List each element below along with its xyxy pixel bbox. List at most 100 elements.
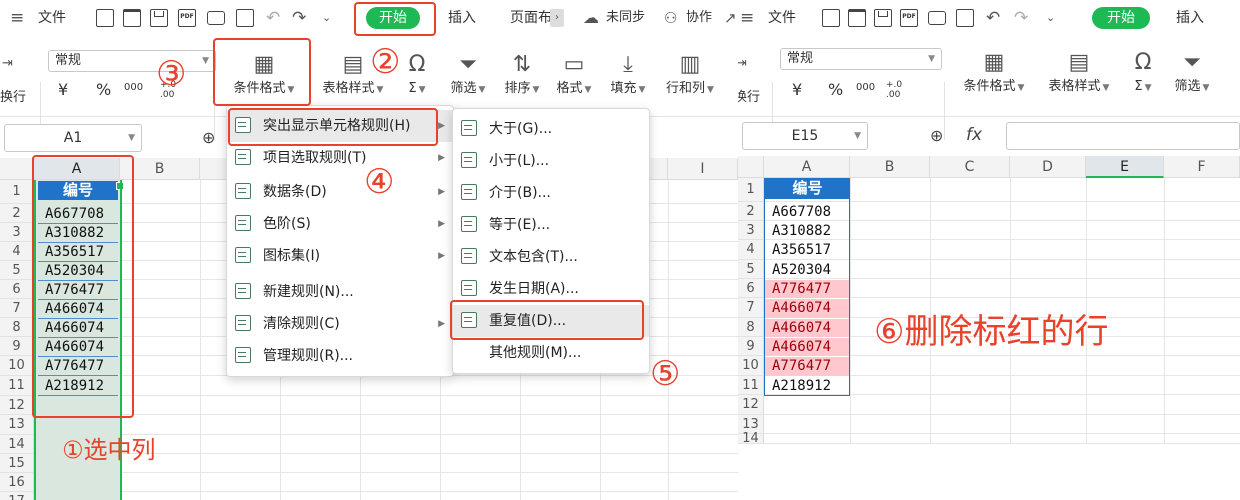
- submenu-greater-than[interactable]: 大于(G)...: [453, 113, 649, 145]
- row-header[interactable]: 3: [0, 223, 34, 242]
- row-header[interactable]: 13: [0, 415, 34, 435]
- submenu-more-rules[interactable]: 其他规则(M)...: [453, 337, 649, 369]
- fx-button[interactable]: fx: [966, 125, 982, 145]
- zoom-search-icon[interactable]: ⊕: [930, 126, 943, 145]
- currency-button[interactable]: ¥: [792, 80, 802, 99]
- percent-button[interactable]: %: [96, 80, 111, 99]
- row-header[interactable]: 9: [0, 337, 34, 356]
- name-box[interactable]: A1 ▼: [4, 124, 142, 152]
- menu-item-manage-rules[interactable]: 管理规则(R)...: [227, 340, 453, 372]
- row-header[interactable]: 2: [738, 202, 764, 221]
- submenu-less-than[interactable]: 小于(L)...: [453, 145, 649, 177]
- wrap-icon[interactable]: ⇥: [738, 56, 747, 71]
- table-style-button[interactable]: ▤ 表格样式 ▼: [1042, 48, 1116, 97]
- column-header-c[interactable]: C: [930, 156, 1010, 178]
- formula-input[interactable]: [1006, 122, 1240, 150]
- sort-button[interactable]: ⇅ 排序 ▼: [500, 50, 544, 99]
- hamburger-icon[interactable]: ≡: [10, 0, 24, 36]
- redo-icon[interactable]: ↷: [1014, 0, 1028, 36]
- conditional-format-button[interactable]: ▦ 条件格式 ▼: [958, 48, 1030, 97]
- row-header[interactable]: 16: [0, 473, 34, 492]
- column-header-a[interactable]: A: [764, 156, 850, 178]
- row-header[interactable]: 1: [738, 178, 764, 202]
- tab-insert[interactable]: 插入: [1176, 0, 1204, 36]
- file-menu[interactable]: 文件: [38, 0, 66, 36]
- column-header-e[interactable]: E: [1086, 156, 1164, 178]
- thousands-button[interactable]: 000: [124, 82, 143, 93]
- submenu-text-contains[interactable]: 文本包含(T)...: [453, 241, 649, 273]
- fill-button[interactable]: ⤓ 填充 ▼: [606, 50, 650, 99]
- column-header-d[interactable]: D: [1010, 156, 1086, 178]
- new-doc-icon[interactable]: [96, 9, 114, 27]
- more-chevron-icon[interactable]: ⌄: [1046, 0, 1055, 36]
- sync-status[interactable]: 未同步: [606, 0, 645, 36]
- row-header[interactable]: 14: [738, 432, 764, 445]
- row-header[interactable]: 12: [0, 396, 34, 415]
- filter-button[interactable]: ⏷ 筛选 ▼: [1170, 48, 1214, 97]
- zoom-search-icon[interactable]: ⊕: [202, 128, 215, 147]
- print-icon[interactable]: [928, 11, 946, 25]
- number-format-select[interactable]: 常规 ▼: [780, 48, 942, 70]
- pdf-icon[interactable]: PDF: [178, 9, 196, 27]
- column-header-b[interactable]: B: [850, 156, 930, 178]
- wrap-text-label[interactable]: 换行: [738, 86, 760, 105]
- row-header[interactable]: 7: [0, 299, 34, 318]
- symbol-button[interactable]: Ω Σ ▼: [1128, 48, 1158, 97]
- wrap-icon[interactable]: ⇥: [2, 56, 13, 71]
- print-preview-icon[interactable]: [956, 9, 974, 27]
- menu-item-top-bottom-rules[interactable]: 项目选取规则(T) ▶: [227, 142, 453, 174]
- menu-item-new-rule[interactable]: 新建规则(N)...: [227, 276, 453, 308]
- row-header[interactable]: 4: [738, 240, 764, 260]
- increase-decimal-button[interactable]: +.0.00: [886, 80, 902, 100]
- row-header[interactable]: 15: [0, 454, 34, 473]
- print-icon[interactable]: [207, 11, 225, 25]
- format-button[interactable]: ▭ 格式 ▼: [552, 50, 596, 99]
- row-header[interactable]: 8: [738, 318, 764, 337]
- thousands-button[interactable]: 000: [856, 82, 875, 93]
- print-preview-icon[interactable]: [236, 9, 254, 27]
- redo-icon[interactable]: ↷: [292, 0, 306, 36]
- pdf-icon[interactable]: PDF: [900, 9, 918, 27]
- row-header[interactable]: 3: [738, 221, 764, 240]
- row-header[interactable]: 5: [738, 260, 764, 279]
- more-chevron-icon[interactable]: ⌄: [322, 0, 331, 36]
- row-header[interactable]: 14: [0, 435, 34, 454]
- select-all-corner[interactable]: [0, 158, 34, 180]
- row-header[interactable]: 17: [0, 492, 34, 500]
- save-icon[interactable]: [874, 9, 892, 27]
- column-header-f[interactable]: F: [1164, 156, 1240, 178]
- open-folder-icon[interactable]: [123, 9, 141, 27]
- row-header[interactable]: 5: [0, 261, 34, 280]
- row-header[interactable]: 4: [0, 242, 34, 261]
- cloud-sync-icon[interactable]: ☁: [583, 0, 599, 36]
- open-folder-icon[interactable]: [848, 9, 866, 27]
- number-format-select[interactable]: 常规 ▼: [48, 50, 216, 72]
- menu-item-icon-sets[interactable]: 图标集(I) ▶: [227, 240, 453, 272]
- undo-icon[interactable]: ↶: [986, 0, 1000, 36]
- row-header[interactable]: 10: [0, 356, 34, 376]
- row-header[interactable]: 2: [0, 204, 34, 223]
- name-box[interactable]: E15 ▼: [742, 122, 868, 150]
- save-icon[interactable]: [150, 9, 168, 27]
- filter-button[interactable]: ⏷ 筛选 ▼: [446, 50, 490, 99]
- collab-user-icon[interactable]: ⚇: [664, 0, 677, 36]
- row-header[interactable]: 7: [738, 298, 764, 318]
- row-header[interactable]: 9: [738, 337, 764, 356]
- tab-insert[interactable]: 插入: [448, 0, 476, 36]
- share-icon[interactable]: ↗: [724, 0, 737, 36]
- column-header-i[interactable]: I: [668, 158, 738, 180]
- submenu-between[interactable]: 介于(B)...: [453, 177, 649, 209]
- menu-item-color-scale[interactable]: 色阶(S) ▶: [227, 208, 453, 240]
- new-doc-icon[interactable]: [822, 9, 840, 27]
- file-menu[interactable]: 文件: [768, 0, 796, 36]
- undo-icon[interactable]: ↶: [266, 0, 280, 36]
- currency-button[interactable]: ¥: [58, 80, 68, 99]
- rows-cols-button[interactable]: ▥ 行和列 ▼: [662, 50, 718, 99]
- row-header[interactable]: 12: [738, 395, 764, 415]
- tab-start[interactable]: 开始: [1092, 7, 1150, 29]
- submenu-equal-to[interactable]: 等于(E)...: [453, 209, 649, 241]
- hamburger-icon[interactable]: ≡: [740, 0, 754, 36]
- row-header[interactable]: 1: [0, 180, 34, 204]
- tab-page-layout[interactable]: 页面布: [510, 0, 552, 36]
- row-header[interactable]: 6: [738, 279, 764, 298]
